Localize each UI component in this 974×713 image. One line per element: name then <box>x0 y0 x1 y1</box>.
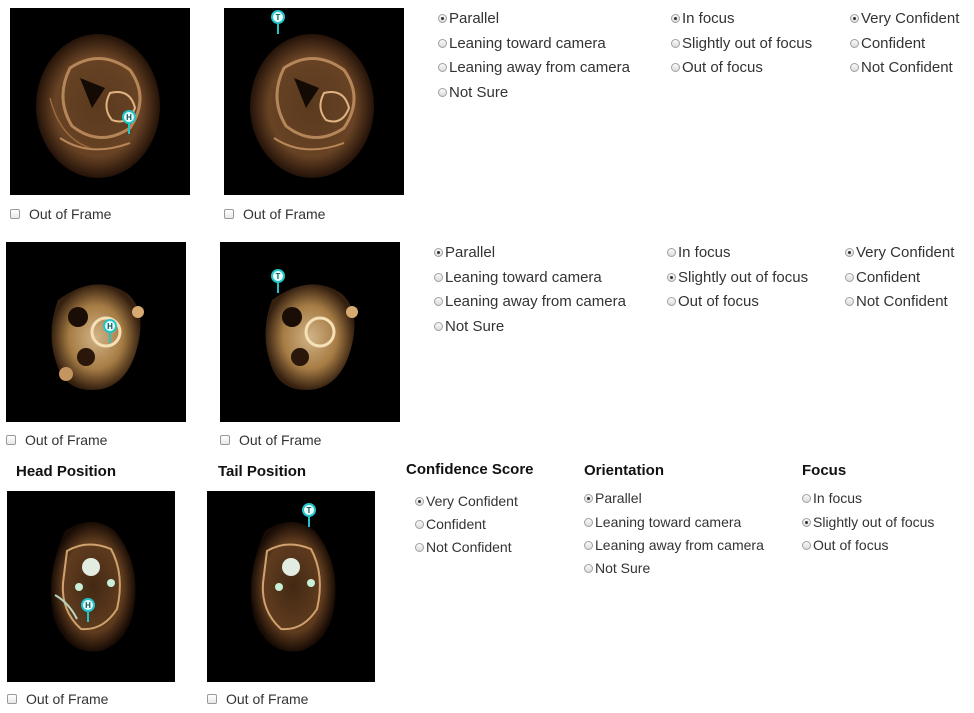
tail-position-heading: Tail Position <box>218 463 307 480</box>
row3-confidence-option[interactable]: Very Confident <box>415 493 518 509</box>
radio-icon[interactable] <box>802 517 811 527</box>
row1-focus-option[interactable]: In focus <box>671 10 735 27</box>
radio-icon[interactable] <box>671 63 680 72</box>
row1-orientation-option[interactable]: Leaning toward camera <box>438 35 606 52</box>
row1-focus-option[interactable]: Slightly out of focus <box>671 35 812 52</box>
row3-head-image[interactable]: H <box>7 491 175 682</box>
row3-head-out-of-frame[interactable]: Out of Frame <box>7 691 108 707</box>
radio-icon[interactable] <box>850 63 859 72</box>
row2-orientation-option[interactable]: Parallel <box>434 244 495 261</box>
radio-icon[interactable] <box>434 297 443 306</box>
row3-tail-out-of-frame[interactable]: Out of Frame <box>207 691 308 707</box>
tail-marker-icon[interactable]: T <box>301 503 317 527</box>
radio-icon[interactable] <box>438 63 447 72</box>
radio-icon[interactable] <box>671 39 680 48</box>
checkbox-icon[interactable] <box>224 209 234 219</box>
focus-heading: Focus <box>802 462 847 479</box>
orientation-heading: Orientation <box>584 462 665 479</box>
head-marker-icon[interactable]: H <box>102 319 118 343</box>
radio-icon[interactable] <box>850 14 859 23</box>
svg-text:H: H <box>107 322 113 331</box>
radio-icon[interactable] <box>584 540 593 550</box>
row3-confidence-option[interactable]: Confident <box>415 516 486 532</box>
radio-icon[interactable] <box>802 540 811 550</box>
tail-marker-icon[interactable]: T <box>270 10 286 34</box>
svg-text:H: H <box>85 601 91 610</box>
radio-icon[interactable] <box>438 88 447 97</box>
row1-orientation-option[interactable]: Leaning away from camera <box>438 59 630 76</box>
row1-focus-option[interactable]: Out of focus <box>671 59 763 76</box>
radio-icon[interactable] <box>802 493 811 503</box>
radio-icon[interactable] <box>845 248 854 257</box>
radio-icon[interactable] <box>850 39 859 48</box>
row3-focus-option[interactable]: Out of focus <box>802 537 888 553</box>
row3-confidence-option[interactable]: Not Confident <box>415 539 512 555</box>
radio-icon[interactable] <box>584 517 593 527</box>
row2-confidence-option[interactable]: Confident <box>845 269 920 286</box>
radio-icon[interactable] <box>667 297 676 306</box>
row1-head-image[interactable]: H <box>10 8 190 195</box>
row3-orientation-option[interactable]: Leaning away from camera <box>584 537 764 553</box>
radio-icon[interactable] <box>671 14 680 23</box>
row2-confidence-option[interactable]: Not Confident <box>845 293 948 310</box>
row2-head-out-of-frame[interactable]: Out of Frame <box>6 432 107 448</box>
head-marker-icon[interactable]: H <box>80 598 96 622</box>
row1-confidence-option[interactable]: Very Confident <box>850 10 959 27</box>
row3-tail-image[interactable]: T <box>207 491 375 682</box>
row2-focus-option[interactable]: Out of focus <box>667 293 759 310</box>
radio-icon[interactable] <box>415 496 424 506</box>
radio-icon[interactable] <box>415 542 424 552</box>
svg-text:T: T <box>276 13 281 22</box>
checkbox-icon[interactable] <box>207 694 217 704</box>
checkbox-icon[interactable] <box>6 435 16 445</box>
confidence-score-heading: Confidence Score <box>406 461 534 478</box>
svg-text:H: H <box>126 113 132 122</box>
row2-confidence-option[interactable]: Very Confident <box>845 244 954 261</box>
svg-text:T: T <box>276 272 281 281</box>
radio-icon[interactable] <box>434 322 443 331</box>
svg-text:T: T <box>307 506 312 515</box>
row3-orientation-option[interactable]: Parallel <box>584 490 642 506</box>
row3-orientation-option[interactable]: Not Sure <box>584 560 650 576</box>
head-position-heading: Head Position <box>16 463 117 480</box>
radio-icon[interactable] <box>415 519 424 529</box>
radio-icon[interactable] <box>434 248 443 257</box>
row2-head-image[interactable]: H <box>6 242 186 422</box>
tail-marker-icon[interactable]: T <box>270 269 286 293</box>
row1-orientation-option[interactable]: Parallel <box>438 10 499 27</box>
radio-icon[interactable] <box>584 493 593 503</box>
radio-icon[interactable] <box>667 248 676 257</box>
radio-icon[interactable] <box>438 39 447 48</box>
row2-focus-option[interactable]: In focus <box>667 244 731 261</box>
radio-icon[interactable] <box>584 563 593 573</box>
head-marker-icon[interactable]: H <box>121 110 137 134</box>
checkbox-icon[interactable] <box>7 694 17 704</box>
radio-icon[interactable] <box>845 273 854 282</box>
row1-head-out-of-frame[interactable]: Out of Frame <box>10 206 111 222</box>
checkbox-icon[interactable] <box>10 209 20 219</box>
row3-focus-option[interactable]: Slightly out of focus <box>802 514 934 530</box>
row1-confidence-option[interactable]: Confident <box>850 35 925 52</box>
checkbox-icon[interactable] <box>220 435 230 445</box>
row1-orientation-option[interactable]: Not Sure <box>438 84 508 101</box>
radio-icon[interactable] <box>845 297 854 306</box>
row1-confidence-option[interactable]: Not Confident <box>850 59 953 76</box>
row3-orientation-option[interactable]: Leaning toward camera <box>584 514 741 530</box>
radio-icon[interactable] <box>667 273 676 282</box>
row2-tail-out-of-frame[interactable]: Out of Frame <box>220 432 321 448</box>
row1-tail-image[interactable]: T <box>224 8 404 195</box>
radio-icon[interactable] <box>434 273 443 282</box>
radio-icon[interactable] <box>438 14 447 23</box>
row2-focus-option[interactable]: Slightly out of focus <box>667 269 808 286</box>
row2-orientation-option[interactable]: Leaning away from camera <box>434 293 626 310</box>
row3-focus-option[interactable]: In focus <box>802 490 862 506</box>
row2-orientation-option[interactable]: Leaning toward camera <box>434 269 602 286</box>
row2-orientation-option[interactable]: Not Sure <box>434 318 504 335</box>
row2-tail-image[interactable]: T <box>220 242 400 422</box>
row1-tail-out-of-frame[interactable]: Out of Frame <box>224 206 325 222</box>
